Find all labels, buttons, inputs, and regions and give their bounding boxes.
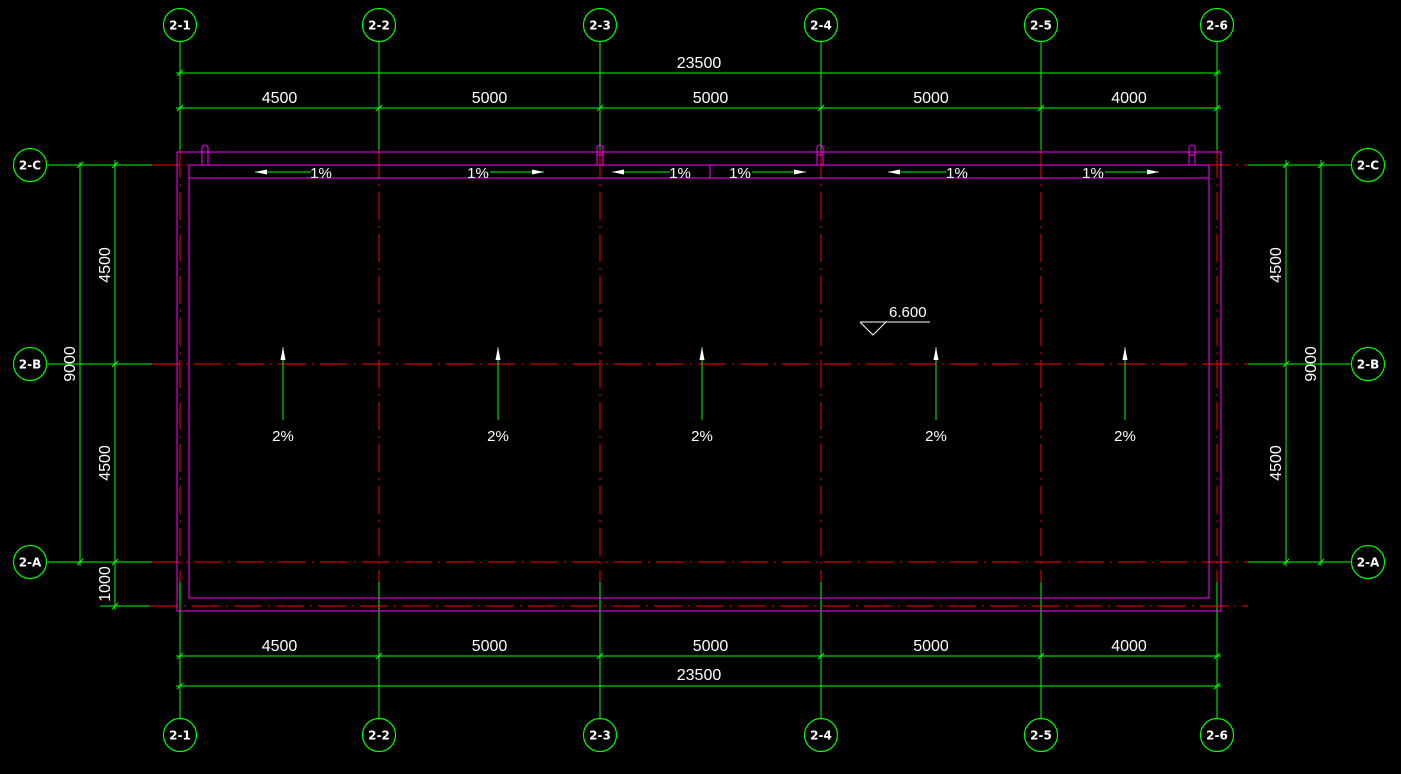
drawing-background [0,0,1401,774]
axis-bubble-label: 2-5 [1030,729,1052,743]
axis-bubble-label: 2-6 [1206,729,1228,743]
axis-bubble-label: 2-6 [1206,19,1228,33]
axis-bubble-label: 2-2 [368,19,390,33]
roof-slope-label: 2% [272,428,294,445]
top-span-dimension-5: 4000 [1111,90,1147,107]
roof-plan-drawing: 23500 4500 5000 5000 5000 4000 4500 5000 5000 500… [0,0,1401,774]
gutter-slope-label: 1% [1082,165,1104,182]
bottom-span-dimension-5: 4000 [1111,638,1147,655]
axis-bubble-label: 2-C [19,159,41,173]
roof-slope-label: 2% [925,428,947,445]
axis-bubble-label: 2-B [1357,358,1379,372]
top-span-dimension-4: 5000 [913,90,949,107]
gutter-slope-label: 1% [310,165,332,182]
roof-slope-label: 2% [691,428,713,445]
axis-bubble-label: 2-C [1357,159,1379,173]
gutter-slope-label: 1% [729,165,751,182]
axis-bubble-label: 2-3 [589,19,611,33]
bottom-span-dimension-4: 5000 [913,638,949,655]
axis-bubble-label: 2-2 [368,729,390,743]
axis-bubble-label: 2-4 [810,729,832,743]
gutter-slope-label: 1% [467,165,489,182]
gutter-slope-label: 1% [946,165,968,182]
bottom-span-dimension-1: 4500 [262,638,298,655]
axis-bubble-label: 2-3 [589,729,611,743]
right-span-dimension-2: 4500 [1268,445,1285,481]
right-span-dimension-1: 4500 [1268,247,1285,283]
top-span-dimension-3: 5000 [693,90,729,107]
left-extra-dimension: 1000 [97,566,114,602]
axis-bubble-label: 2-B [19,358,41,372]
top-span-dimension-1: 4500 [262,90,298,107]
axis-bubble-label: 2-1 [169,729,191,743]
axis-bubble-label: 2-A [19,556,42,570]
left-span-dimension-1: 4500 [97,247,114,283]
top-total-dimension: 23500 [677,55,722,72]
top-span-dimension-2: 5000 [472,90,508,107]
bottom-span-dimension-2: 5000 [472,638,508,655]
roof-slope-label: 2% [487,428,509,445]
axis-bubble-label: 2-A [1357,556,1380,570]
axis-bubble-label: 2-1 [169,19,191,33]
left-span-dimension-2: 4500 [97,445,114,481]
right-total-dimension: 9000 [1303,346,1320,382]
roof-slope-label: 2% [1114,428,1136,445]
axis-bubble-label: 2-5 [1030,19,1052,33]
bottom-span-dimension-3: 5000 [693,638,729,655]
gutter-slope-label: 1% [669,165,691,182]
bottom-total-dimension: 23500 [677,667,722,684]
left-total-dimension: 9000 [62,346,79,382]
axis-bubble-label: 2-4 [810,19,832,33]
elevation-value: 6.600 [889,304,927,321]
